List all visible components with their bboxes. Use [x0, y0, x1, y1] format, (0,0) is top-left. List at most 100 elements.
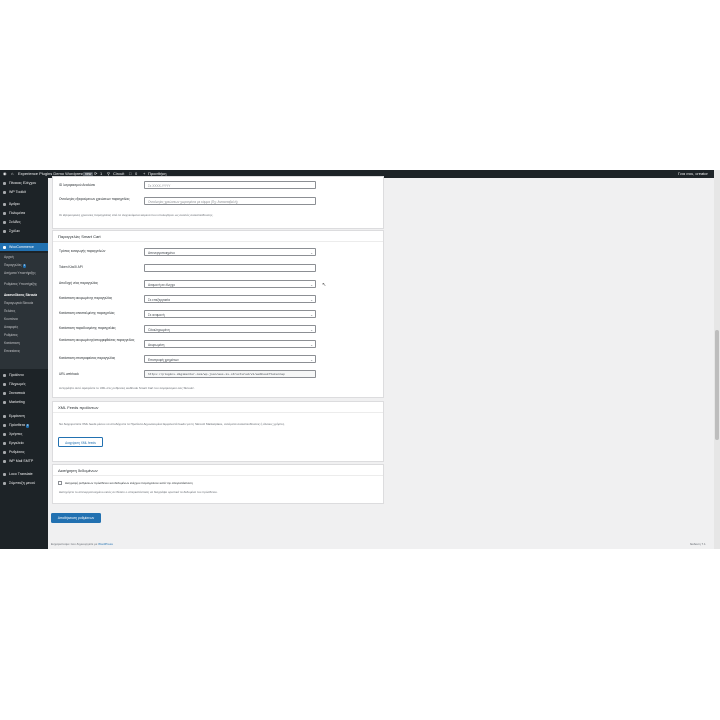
menu-plugins[interactable]: Πρόσθετα 3 — [0, 422, 48, 428]
menu-comments[interactable]: Σχόλια — [0, 228, 48, 234]
xml-feeds-card: XML Feeds προϊόντων Να διαχειριστείτε XM… — [52, 401, 384, 462]
delivered-order-label: Κατάσταση παραδοσμένης παραγγελίας — [59, 326, 116, 330]
submenu-skroutz-connections[interactable]: Διασυνδέσεις Skroutz — [4, 293, 44, 298]
shipped-order-label: Κατάσταση απεσταλμένης παραγγελίας — [59, 311, 115, 315]
new-order-select[interactable]: Αναμονή σε έλεγχο ⌄ — [144, 280, 316, 288]
analytics-id-input[interactable]: Σε XXXX-YYYY — [144, 181, 316, 189]
chevron-down-icon: ⌄ — [310, 328, 313, 332]
collapse-icon — [3, 481, 6, 485]
page-scrollbar[interactable] — [714, 170, 720, 549]
menu-media[interactable]: Πολυμέσα — [0, 210, 48, 216]
rejected-order-label: Κατάσταση ακυρωμένης/απορριφθείσας παραγ… — [59, 338, 135, 342]
submenu-coupons[interactable]: Κουπόνια — [4, 317, 44, 322]
appearance-icon — [3, 414, 6, 418]
howdy-user-link[interactable]: Γεια σου, creator — [678, 170, 708, 178]
submenu-status[interactable]: Κατάσταση — [4, 341, 44, 346]
comments-icon — [3, 229, 6, 233]
save-settings-button[interactable]: Αποθήκευση ρυθμίσεων — [51, 513, 101, 523]
import-mode-label: Τρόπος εισαγωγής παραγγελιών — [59, 249, 106, 253]
mail-icon — [3, 459, 6, 463]
products-icon — [3, 373, 6, 377]
toolkit-icon — [3, 190, 6, 194]
menu-woocommerce[interactable]: WooCommerce — [0, 243, 48, 251]
admin-sidebar: Πίνακας Ελέγχου WP Toolkit Άρθρα Πολυμέσ… — [0, 178, 48, 549]
rejected-order-select[interactable]: Ακυρωμένη ⌄ — [144, 340, 316, 348]
submenu-skroutz-products[interactable]: Παραγωγικά Skroutz — [4, 301, 44, 306]
tools-icon — [3, 441, 6, 445]
footer-thanks: Ευχαριστούμε που δημιουργείτε με WordPre… — [51, 542, 113, 546]
chevron-down-icon: ⌄ — [310, 343, 313, 347]
pages-icon — [3, 220, 6, 224]
data-retention-description: Διατηρήστε το απενεργοποιημένο εκτός αν … — [59, 490, 218, 494]
menu-users[interactable]: Χρήστες — [0, 431, 48, 437]
delivered-order-select[interactable]: Ολοκληρωμένη ⌄ — [144, 325, 316, 333]
data-retention-title: Διατήρηση δεδομένων — [58, 468, 98, 473]
webhook-url-label: URL webhook — [59, 372, 79, 376]
webhook-description: Αντιγράψτε αυτό αφαιρέστε το URL στις ρυ… — [59, 386, 195, 390]
api-token-label: Token Κλειδί API — [59, 265, 83, 269]
plugins-icon — [3, 423, 6, 427]
import-mode-select[interactable]: Απενεργοποιημένο ⌄ — [144, 248, 316, 256]
translate-icon — [3, 472, 6, 476]
menu-statistics[interactable]: Στατιστικά — [0, 390, 48, 396]
menu-dashboard[interactable]: Πίνακας Ελέγχου — [0, 180, 48, 186]
chevron-down-icon: ⌄ — [310, 251, 313, 255]
submenu-reports[interactable]: Αναφορές — [4, 325, 44, 330]
menu-pages[interactable]: Σελίδες — [0, 219, 48, 225]
menu-settings[interactable]: Ρυθμίσεις — [0, 449, 48, 455]
excluded-fees-input[interactable]: Οντολογίες χρεώσεων χωρισμένοι με κόμμα … — [144, 197, 316, 205]
wordpress-link[interactable]: WordPress — [98, 542, 113, 546]
menu-wp-toolkit[interactable]: WP Toolkit — [0, 189, 48, 195]
payments-icon — [3, 382, 6, 386]
menu-collapse[interactable]: Σύμπτυξη μενού — [0, 480, 48, 486]
returned-order-select[interactable]: Επιστροφή χρημάτων ⌄ — [144, 355, 316, 363]
users-icon — [3, 432, 6, 436]
woocommerce-submenu: Αρχική Παραγγελίες 1 Αιτήματα Υποστήριξη… — [0, 253, 48, 369]
new-order-label: Αποδοχή νέας παραγγελίας — [59, 281, 99, 285]
delete-data-label: Διαγραφή ρυθμίσεων πρόσθετου και δεδομέν… — [65, 481, 193, 485]
menu-loco-translate[interactable]: Loco Translate — [0, 471, 48, 477]
submenu-customers[interactable]: Πελάτες — [4, 309, 44, 314]
submenu-support-settings[interactable]: Ρυθμίσεις Υποστήριξης — [4, 282, 44, 287]
media-icon — [3, 211, 6, 215]
chevron-down-icon: ⌄ — [310, 283, 313, 287]
cancelled-order-select[interactable]: Σε επεξεργασία ⌄ — [144, 295, 316, 303]
xml-feeds-title: XML Feeds προϊόντων — [58, 405, 99, 410]
excluded-fees-description: Οι εξαιρούμενες χρεώσεις παραγγελίας από… — [59, 213, 214, 217]
webhook-url-field[interactable]: https://plugins.digimenter.com/wp-json/w… — [144, 370, 316, 378]
home-icon: ⌂ — [11, 171, 14, 176]
card-divider — [53, 241, 383, 242]
smart-cart-title: Παραγγελίες Smart Cart — [58, 234, 101, 239]
submenu-support-requests[interactable]: Αιτήματα Υποστήριξης — [4, 271, 44, 276]
api-token-input[interactable] — [144, 264, 316, 272]
menu-tools[interactable]: Εργαλεία — [0, 440, 48, 446]
card-divider — [53, 475, 383, 476]
manage-xml-feeds-button[interactable]: Διαχείριση XML feeds — [58, 437, 103, 447]
menu-products[interactable]: Προϊόντα — [0, 372, 48, 378]
submenu-home[interactable]: Αρχική — [4, 255, 44, 260]
menu-wp-mail-smtp[interactable]: WP Mail SMTP — [0, 458, 48, 464]
delete-data-checkbox[interactable] — [58, 481, 62, 485]
xml-feeds-description: Να διαχειριστείτε XML feeds μέσου να απο… — [59, 422, 286, 426]
woocommerce-icon — [3, 245, 6, 249]
wordpress-logo-icon[interactable]: ◉ — [3, 170, 7, 178]
dashboard-icon — [3, 181, 6, 185]
menu-marketing[interactable]: Marketing — [0, 399, 48, 405]
shipped-order-select[interactable]: Σε αναμονή ⌄ — [144, 310, 316, 318]
chevron-down-icon: ⌄ — [310, 313, 313, 317]
menu-posts[interactable]: Άρθρα — [0, 201, 48, 207]
card-divider — [53, 412, 383, 413]
submenu-orders[interactable]: Παραγγελίες 1 — [4, 263, 44, 268]
stats-icon — [3, 391, 6, 395]
scrollbar-thumb[interactable] — [715, 330, 719, 440]
submenu-settings[interactable]: Ρυθμίσεις — [4, 333, 44, 338]
plugins-count-badge: 3 — [25, 423, 30, 428]
menu-payments[interactable]: Πληρωμές — [0, 381, 48, 387]
pin-icon — [3, 202, 6, 206]
chevron-down-icon: ⌄ — [310, 298, 313, 302]
cancelled-order-label: Κατάσταση ακυρωμένης παραγγελίας — [59, 296, 113, 300]
menu-appearance[interactable]: Εμφάνιση — [0, 413, 48, 419]
footer-version: Έκδοση 7.1 — [690, 542, 706, 546]
submenu-extensions[interactable]: Επεκτάσεις — [4, 349, 44, 354]
smart-cart-card: Παραγγελίες Smart Cart Τρόπος εισαγωγής … — [52, 230, 384, 398]
